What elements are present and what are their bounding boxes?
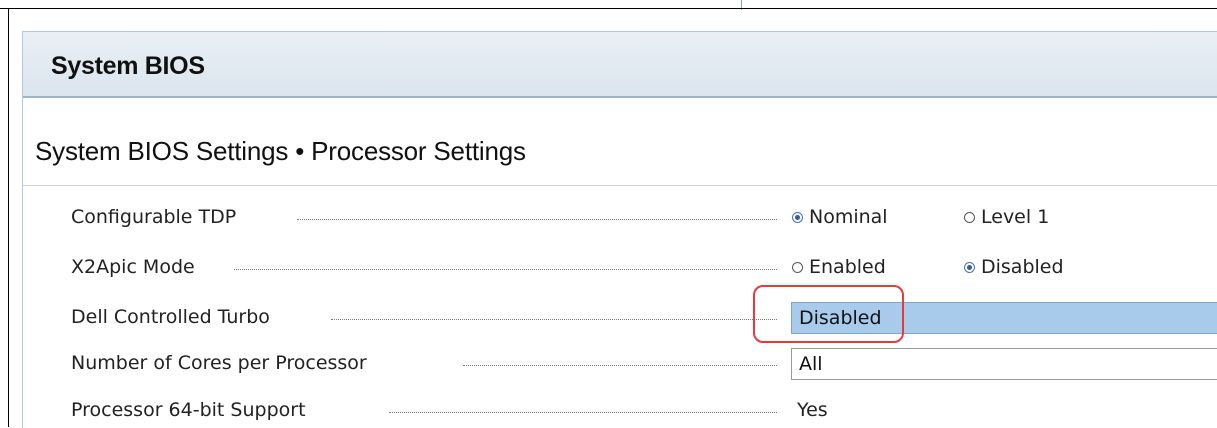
- 64bit-support-value: Yes: [797, 399, 828, 421]
- radio-selected-icon: [792, 211, 803, 223]
- highlight-callout: [753, 285, 904, 343]
- page-title: System BIOS Settings • Processor Setting…: [35, 136, 526, 166]
- radio-level-1[interactable]: Level 1: [964, 206, 1049, 228]
- window-title: System BIOS: [51, 52, 205, 80]
- bios-window: System BIOS System BIOS Settings • Proce…: [22, 31, 1217, 428]
- setting-row-configurable-tdp: Configurable TDP Nominal Level 1: [71, 204, 1217, 232]
- setting-label: Processor 64-bit Support: [71, 399, 306, 421]
- title-bar: System BIOS: [23, 32, 1217, 98]
- radio-nominal[interactable]: Nominal: [792, 206, 888, 228]
- dotted-leader: [297, 219, 777, 220]
- frame-left-border: [8, 8, 9, 427]
- setting-row-64bit-support: Processor 64-bit Support Yes: [71, 397, 1217, 425]
- radio-enabled[interactable]: Enabled: [792, 256, 886, 278]
- radio-disabled[interactable]: Disabled: [964, 256, 1064, 278]
- setting-row-dell-controlled-turbo: Dell Controlled Turbo Disabled: [71, 302, 1217, 334]
- setting-row-x2apic-mode: X2Apic Mode Enabled Disabled: [71, 254, 1217, 282]
- dotted-leader: [463, 365, 777, 366]
- dotted-leader: [234, 269, 777, 270]
- setting-label: X2Apic Mode: [71, 256, 195, 278]
- setting-row-cores-per-processor: Number of Cores per Processor All: [71, 348, 1217, 380]
- setting-label: Number of Cores per Processor: [71, 352, 367, 374]
- frame-top-border: [0, 8, 1217, 9]
- dotted-leader: [331, 319, 777, 320]
- radio-selected-icon: [964, 261, 975, 273]
- setting-label: Dell Controlled Turbo: [71, 306, 270, 328]
- dotted-leader: [389, 412, 777, 413]
- radio-unselected-icon: [792, 261, 803, 273]
- screen-top-strip: [0, 0, 1217, 8]
- cores-per-processor-select[interactable]: All: [791, 348, 1217, 380]
- setting-label: Configurable TDP: [71, 206, 237, 228]
- radio-unselected-icon: [964, 211, 975, 223]
- title-divider: [23, 185, 1217, 186]
